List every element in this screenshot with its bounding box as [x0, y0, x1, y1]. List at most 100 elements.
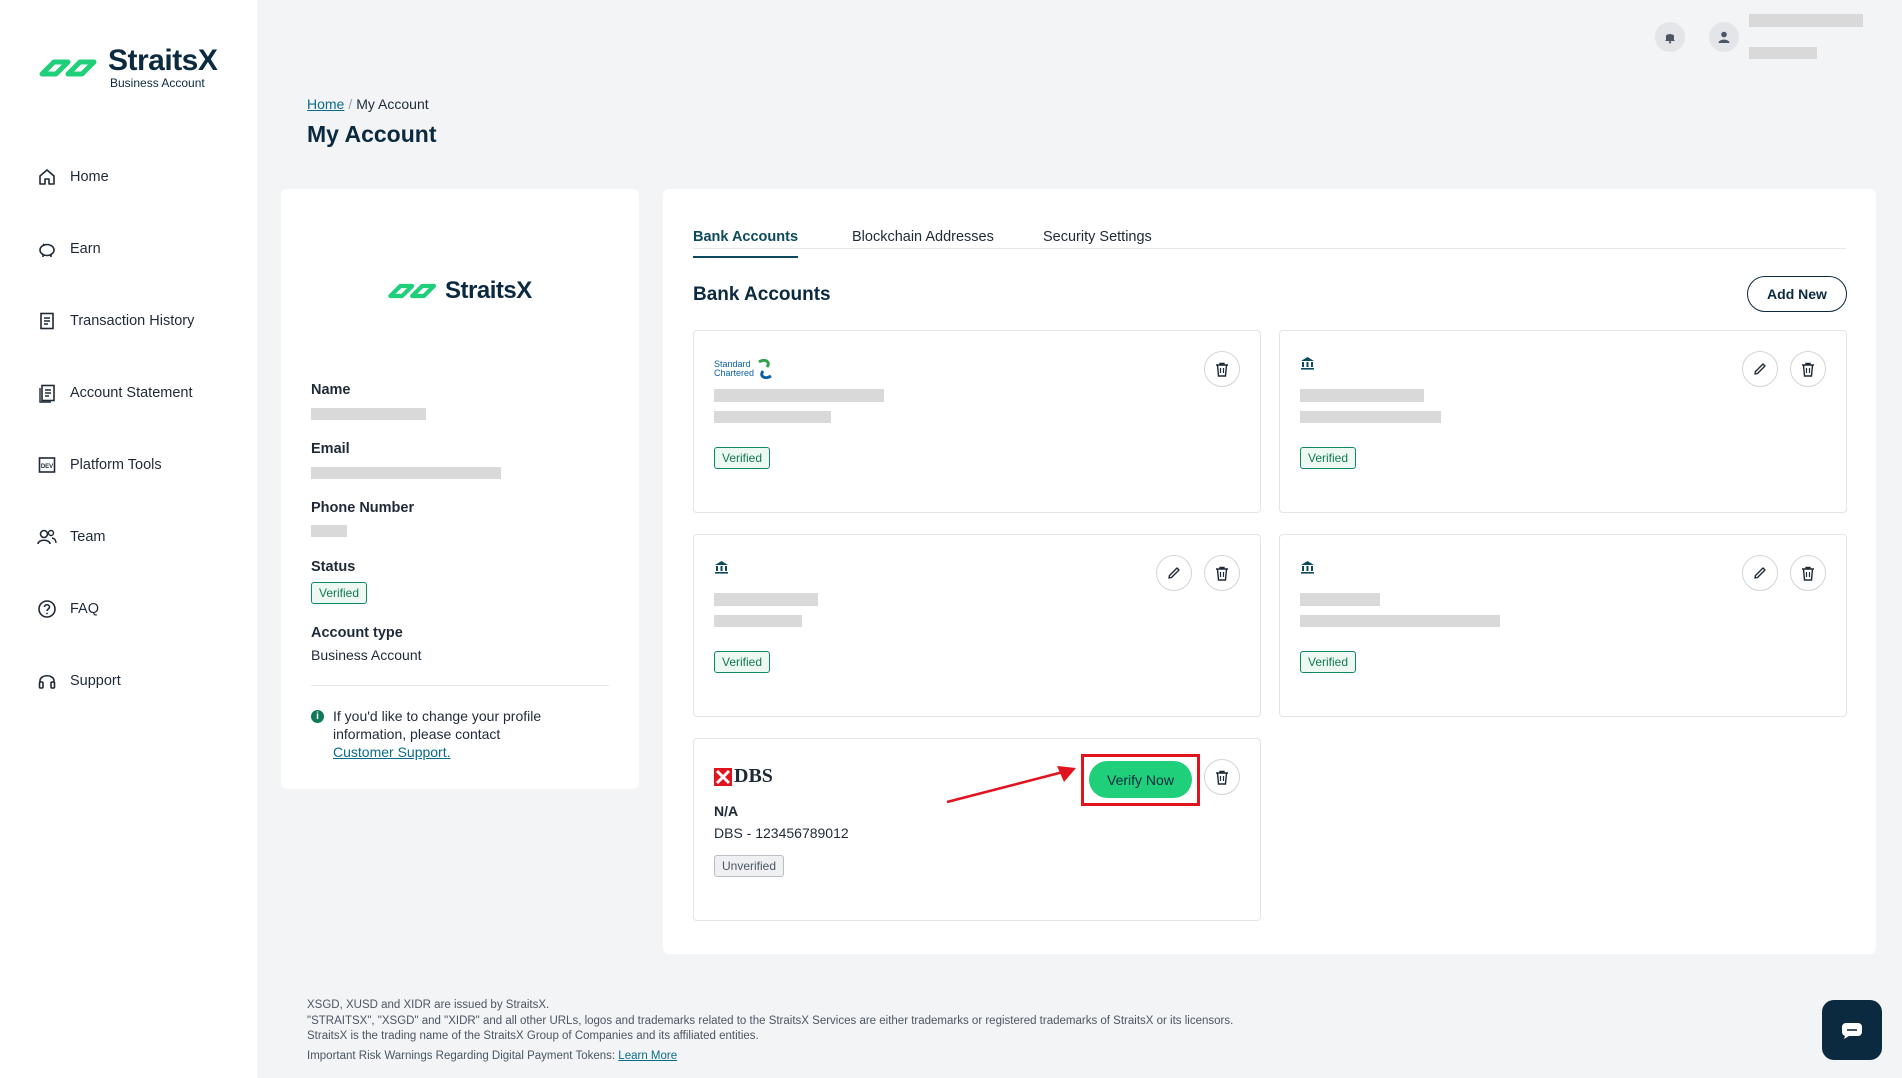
sidebar-nav: Home Earn Transaction History Account St…: [36, 165, 194, 741]
status-badge: Unverified: [714, 855, 785, 877]
pencil-icon: [1754, 567, 1766, 579]
edit-button[interactable]: [1742, 555, 1778, 591]
status-value: Verified: [311, 582, 368, 604]
dev-icon: DEV: [36, 454, 58, 476]
logo-line-2: Chartered: [714, 368, 755, 378]
learn-more-link[interactable]: Learn More: [618, 1050, 677, 1062]
footer-line-2: "STRAITSX", "XSGD" and "XIDR" and all ot…: [307, 1014, 1234, 1027]
page-title: My Account: [307, 121, 437, 147]
headset-icon: [36, 670, 58, 692]
sidebar-item-support[interactable]: Support: [36, 669, 194, 693]
breadcrumb-current: My Account: [356, 96, 429, 112]
tab-bank-accounts[interactable]: Bank Accounts: [693, 229, 799, 258]
tab-blockchain-addresses[interactable]: Blockchain Addresses: [852, 229, 994, 258]
piggy-bank-icon: [36, 238, 58, 260]
sidebar-item-team[interactable]: Team: [36, 525, 194, 549]
bank-account-card: Standard Chartered Verified: [693, 330, 1261, 513]
account-number-redacted: [1300, 615, 1500, 627]
sidebar-item-earn[interactable]: Earn: [36, 237, 194, 261]
receipt-icon: [36, 310, 58, 332]
bank-account-card: Verified: [693, 534, 1261, 717]
dbs-logo: DBS: [714, 765, 773, 788]
bank-name-redacted: [1300, 389, 1424, 402]
sidebar-item-label: Support: [70, 673, 121, 689]
delete-button[interactable]: [1204, 759, 1240, 795]
tab-bar: Bank Accounts Blockchain Addresses Secur…: [693, 229, 1846, 258]
breadcrumb: Home / My Account: [307, 96, 429, 112]
status-badge: Verified: [714, 447, 771, 469]
logo-subtitle: Business Account: [110, 76, 205, 90]
sidebar: StraitsX Business Account Home Earn Tran…: [0, 0, 257, 1078]
sidebar-item-transaction-history[interactable]: Transaction History: [36, 309, 194, 333]
delete-button[interactable]: [1790, 555, 1826, 591]
chat-button[interactable]: [1822, 1000, 1882, 1060]
sidebar-item-label: Earn: [70, 241, 101, 257]
sidebar-item-label: Team: [70, 529, 106, 545]
user-avatar[interactable]: [1709, 22, 1739, 52]
tab-security-settings[interactable]: Security Settings: [1043, 229, 1152, 258]
add-new-button[interactable]: Add New: [1747, 276, 1847, 312]
account-name: N/A: [714, 803, 739, 819]
edit-button[interactable]: [1156, 555, 1192, 591]
dbs-logo-text: DBS: [734, 765, 773, 787]
bank-name-redacted: [1300, 593, 1380, 606]
section-title: Bank Accounts: [693, 284, 831, 305]
dbs-star-icon: [714, 767, 732, 786]
bank-name-redacted: [714, 389, 884, 402]
user-company-redacted: [1749, 47, 1817, 59]
standard-chartered-mark-icon: [758, 358, 772, 380]
sidebar-item-faq[interactable]: FAQ: [36, 597, 194, 621]
notification-button[interactable]: [1655, 22, 1685, 52]
bank-icon: [715, 561, 728, 574]
delete-button[interactable]: [1204, 555, 1240, 591]
footer: XSGD, XUSD and XIDR are issued by Strait…: [307, 998, 1233, 1064]
bank-account-card: Verified: [1279, 330, 1847, 513]
profile-logo: StraitsX: [387, 277, 532, 305]
sidebar-item-label: Home: [70, 169, 109, 185]
straitsx-logo[interactable]: StraitsX Business Account: [38, 46, 218, 90]
profile-info-note: i If you'd like to change your profile i…: [311, 707, 601, 761]
delete-button[interactable]: [1790, 351, 1826, 387]
phone-label: Phone Number: [311, 500, 415, 516]
bank-icon: [1301, 561, 1314, 574]
pencil-icon: [1754, 363, 1766, 375]
footer-line-3: StraitsX is the trading name of the Stra…: [307, 1030, 759, 1042]
sidebar-item-label: Transaction History: [70, 313, 195, 329]
team-icon: [36, 526, 58, 548]
home-icon: [36, 166, 58, 188]
verify-now-button[interactable]: Verify Now: [1089, 761, 1192, 798]
edit-button[interactable]: [1742, 351, 1778, 387]
divider: [311, 685, 609, 686]
trash-icon: [1216, 362, 1228, 377]
status-badge: Verified: [1300, 651, 1357, 673]
document-icon: [36, 382, 58, 404]
trash-icon: [1802, 566, 1814, 581]
email-value-redacted: [311, 467, 501, 479]
account-type-value: Business Account: [311, 647, 422, 663]
info-text: If you'd like to change your profile inf…: [333, 708, 542, 742]
account-number-redacted: [714, 411, 831, 423]
customer-support-link[interactable]: Customer Support.: [333, 743, 601, 761]
account-number-redacted: [1300, 411, 1441, 423]
status-label: Status: [311, 559, 356, 575]
bank-name-redacted: [714, 593, 818, 606]
account-number: DBS - 123456789012: [714, 825, 849, 841]
breadcrumb-separator: /: [348, 96, 353, 112]
bell-icon: [1665, 34, 1675, 44]
profile-logo-name: StraitsX: [445, 277, 532, 304]
footer-line-4: Important Risk Warnings Regarding Digita…: [307, 1049, 616, 1062]
name-label: Name: [311, 382, 351, 398]
trash-icon: [1216, 566, 1228, 581]
delete-button[interactable]: [1204, 351, 1240, 387]
user-icon: [1718, 31, 1730, 43]
sidebar-item-label: Account Statement: [70, 385, 193, 401]
bank-icon: [1301, 357, 1314, 370]
sidebar-item-home[interactable]: Home: [36, 165, 194, 189]
sidebar-item-account-statement[interactable]: Account Statement: [36, 381, 194, 405]
sidebar-item-platform-tools[interactable]: DEV Platform Tools: [36, 453, 194, 477]
chat-icon: [1842, 1023, 1862, 1039]
status-badge: Verified: [1300, 447, 1357, 469]
name-value-redacted: [311, 408, 426, 420]
breadcrumb-home-link[interactable]: Home: [307, 96, 344, 112]
profile-card: StraitsX Name Email Phone Number Status …: [281, 189, 639, 789]
